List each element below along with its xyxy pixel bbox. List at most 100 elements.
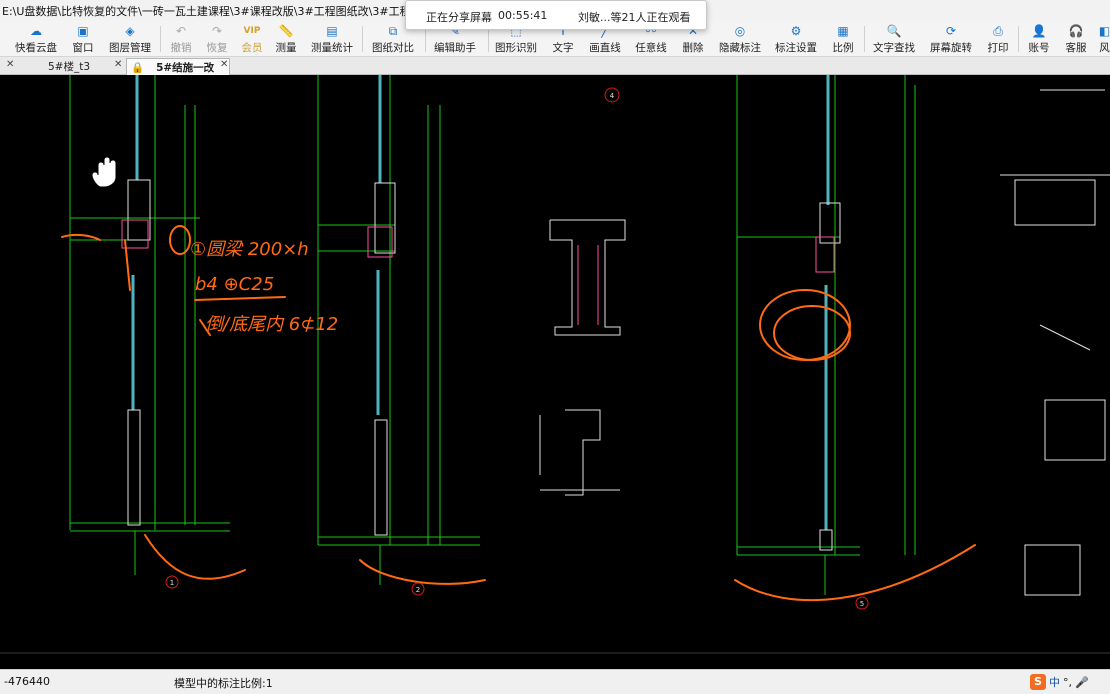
handwriting-text: ①圆梁 200×h b4 ⊕C25 倒/底尾内 6⊄12 bbox=[190, 239, 338, 335]
rotate-screen-icon: ⟳ bbox=[945, 24, 957, 38]
drawing-canvas[interactable]: ①圆梁 200×h b4 ⊕C25 倒/底尾内 6⊄12 1 2 4 5 bbox=[0, 75, 1110, 669]
hide-annotation-label: 隐藏标注 bbox=[719, 42, 761, 54]
vip-button[interactable]: VIP 会员 bbox=[240, 21, 264, 56]
compare-label: 图纸对比 bbox=[372, 42, 414, 54]
column-blocks bbox=[127, 179, 841, 551]
undo-icon: ↶ bbox=[175, 24, 187, 38]
text-label: 文字 bbox=[552, 42, 574, 54]
cursor-coordinate: -476440 bbox=[4, 675, 50, 688]
headset-icon: 🎧 bbox=[1068, 24, 1084, 38]
lock-icon: 🔒 bbox=[131, 61, 145, 74]
style-label: 风 bbox=[1099, 42, 1110, 54]
scale-button[interactable]: ▦ 比例 bbox=[831, 21, 855, 56]
close-icon[interactable]: ✕ bbox=[6, 59, 14, 70]
account-label: 账号 bbox=[1028, 42, 1050, 54]
print-icon: ⎙ bbox=[993, 24, 1003, 38]
toolbar-divider bbox=[160, 26, 161, 52]
layers-icon: ◈ bbox=[125, 24, 135, 38]
cad-drawing: ①圆梁 200×h b4 ⊕C25 倒/底尾内 6⊄12 1 2 4 5 bbox=[0, 75, 1110, 654]
ime-indicator[interactable]: S 中 °, 🎤 bbox=[1030, 673, 1089, 691]
window-button[interactable]: ▣ 窗口 bbox=[68, 21, 98, 56]
cloud-icon: ☁ bbox=[30, 24, 42, 38]
account-icon: 👤 bbox=[1031, 24, 1047, 38]
handwriting-line-3: 倒/底尾内 6⊄12 bbox=[205, 314, 338, 335]
measure-button[interactable]: 📏 测量 bbox=[273, 21, 299, 56]
vip-icon: VIP bbox=[243, 26, 261, 36]
document-tab-bar: ✕ 5#楼_t3 ✕ 🔒 5#结施一改 ✕ bbox=[0, 57, 1110, 75]
right-panel-details bbox=[1000, 89, 1110, 596]
account-button[interactable]: 👤 账号 bbox=[1027, 21, 1051, 56]
freehand-label: 任意线 bbox=[635, 42, 667, 54]
style-button[interactable]: ◧ 风 bbox=[1099, 21, 1110, 56]
rebar-details bbox=[121, 219, 835, 325]
text-search-button[interactable]: 🔍 文字查找 bbox=[872, 21, 916, 56]
status-bar: -476440 模型中的标注比例:1 S 中 °, 🎤 bbox=[0, 669, 1110, 694]
draw-line-label: 画直线 bbox=[589, 42, 621, 54]
measure-label: 测量 bbox=[275, 42, 297, 54]
share-viewers: 刘敏...等21人正在观看 bbox=[578, 11, 691, 24]
share-timer: 00:55:41 bbox=[498, 9, 548, 22]
ime-mode: 中 bbox=[1049, 676, 1060, 689]
undo-button[interactable]: ↶ 撤销 bbox=[168, 21, 194, 56]
detail-markers bbox=[165, 87, 869, 610]
scale-icon: ▦ bbox=[837, 24, 849, 38]
window-label: 窗口 bbox=[72, 42, 94, 54]
customer-service-button[interactable]: 🎧 客服 bbox=[1064, 21, 1088, 56]
annotation-settings-icon: ⚙ bbox=[790, 24, 802, 38]
handwriting-line-1: ①圆梁 200×h bbox=[190, 239, 309, 260]
scale-label: 比例 bbox=[832, 42, 854, 54]
hand-pan-cursor bbox=[91, 156, 117, 188]
handwriting-line-2: b4 ⊕C25 bbox=[195, 274, 274, 295]
window-icon: ▣ bbox=[77, 24, 89, 38]
tab-label: 5#楼_t3 bbox=[48, 61, 91, 73]
tab-label: 5#结施一改 bbox=[156, 61, 215, 74]
sogou-ime-icon: S bbox=[1030, 674, 1046, 690]
text-search-icon: 🔍 bbox=[886, 24, 902, 38]
detail-mark-2: 2 bbox=[416, 586, 420, 594]
delete-label: 删除 bbox=[682, 42, 704, 54]
cad-viewer-window: E:\U盘数据\比特恢复的文件\一砖一瓦土建课程\3#课程改版\3#工程图纸改\… bbox=[0, 0, 1110, 694]
print-label: 打印 bbox=[987, 42, 1009, 54]
screen-share-notice: 正在分享屏幕 00:55:41 刘敏...等21人正在观看 bbox=[405, 0, 707, 30]
measure-stats-button[interactable]: ▤ 测量统计 bbox=[310, 21, 354, 56]
ruler-icon: 📏 bbox=[278, 24, 294, 38]
layer-manager-button[interactable]: ◈ 图层管理 bbox=[106, 21, 154, 56]
cloud-drive-label: 快看云盘 bbox=[15, 42, 57, 54]
layer-manager-label: 图层管理 bbox=[109, 42, 151, 54]
redo-label: 恢复 bbox=[206, 42, 228, 54]
tab-5-building-t3[interactable]: 5#楼_t3 bbox=[20, 58, 124, 75]
detail-marker-labels: 1 2 4 5 bbox=[170, 92, 864, 608]
print-button[interactable]: ⎙ 打印 bbox=[986, 21, 1010, 56]
ime-punct: °, bbox=[1063, 675, 1072, 689]
rotate-screen-button[interactable]: ⟳ 屏幕旋转 bbox=[929, 21, 973, 56]
redo-icon: ↷ bbox=[211, 24, 223, 38]
close-icon[interactable]: ✕ bbox=[220, 59, 228, 70]
redo-button[interactable]: ↷ 恢复 bbox=[204, 21, 230, 56]
compare-icon: ⧉ bbox=[388, 24, 398, 38]
glass-curtain-lines bbox=[131, 75, 830, 530]
structure-lines bbox=[69, 75, 916, 595]
cloud-drive-button[interactable]: ☁ 快看云盘 bbox=[12, 21, 60, 56]
style-icon: ◧ bbox=[1099, 24, 1110, 38]
share-status-text: 正在分享屏幕 bbox=[426, 11, 492, 24]
hide-annotation-button[interactable]: ◎ 隐藏标注 bbox=[718, 21, 762, 56]
toolbar-divider bbox=[1018, 26, 1019, 52]
file-path-title: E:\U盘数据\比特恢复的文件\一砖一瓦土建课程\3#课程改版\3#工程图纸改\… bbox=[2, 5, 412, 18]
annotation-settings-button[interactable]: ⚙ 标注设置 bbox=[774, 21, 818, 56]
close-icon[interactable]: ✕ bbox=[114, 59, 122, 70]
measure-stats-label: 测量统计 bbox=[311, 42, 353, 54]
toolbar-divider bbox=[362, 26, 363, 52]
toolbar-divider bbox=[864, 26, 865, 52]
annotation-scale-text: 模型中的标注比例:1 bbox=[174, 677, 273, 690]
edit-helper-label: 编辑助手 bbox=[434, 42, 476, 54]
measure-stats-icon: ▤ bbox=[326, 24, 338, 38]
detail-mark-1: 1 bbox=[170, 579, 174, 587]
customer-service-label: 客服 bbox=[1065, 42, 1087, 54]
undo-label: 撤销 bbox=[170, 42, 192, 54]
annotation-settings-label: 标注设置 bbox=[775, 42, 817, 54]
tab-5-structural-revised[interactable]: 🔒 5#结施一改 bbox=[126, 58, 230, 75]
vip-label: 会员 bbox=[241, 42, 263, 54]
detail-mark-5: 5 bbox=[860, 600, 864, 608]
detail-mark-4: 4 bbox=[610, 92, 615, 100]
hide-annotation-icon: ◎ bbox=[734, 24, 746, 38]
